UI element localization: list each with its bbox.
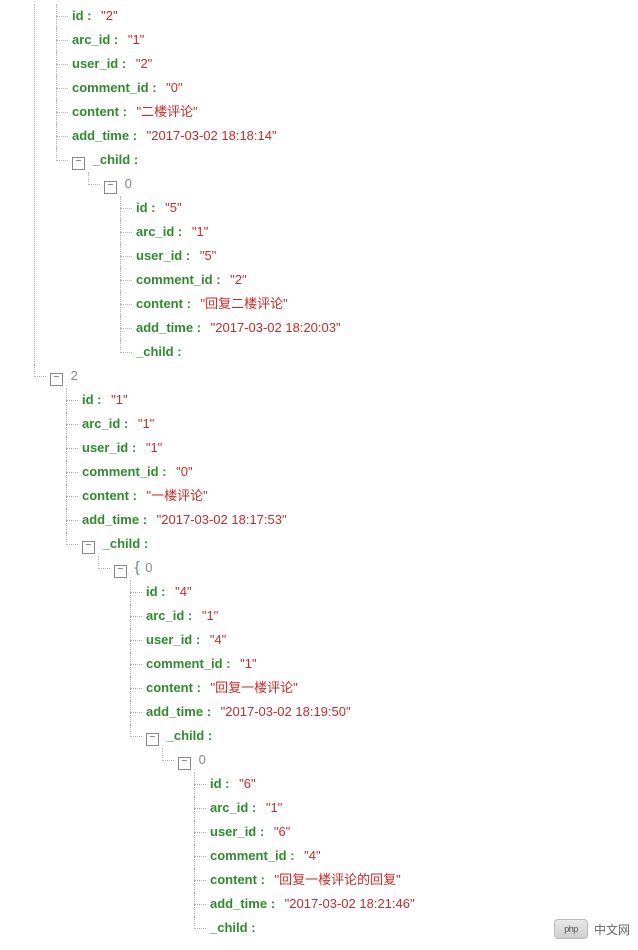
- value-comment_id: "0": [166, 80, 182, 95]
- collapse-icon[interactable]: −: [114, 565, 127, 578]
- value-content: "一楼评论": [147, 488, 208, 503]
- field-user_id: user_id : "4": [146, 628, 638, 652]
- field-content: content : "一楼评论": [82, 484, 638, 508]
- value-content: "回复一楼评论的回复": [275, 872, 401, 887]
- child-branch: − _child :: [72, 148, 638, 172]
- json-tree: id : "2" arc_id : "1" user_id : "2" comm…: [0, 0, 638, 950]
- field-comment_id: comment_id : "4": [210, 844, 638, 868]
- field-content: content : "回复一楼评论的回复": [210, 868, 638, 892]
- field-add_time: add_time : "2017-03-02 18:18:14": [72, 124, 638, 148]
- value-arc_id: "1": [128, 32, 144, 47]
- value-comment_id: "0": [176, 464, 192, 479]
- brace-open-icon: {: [135, 559, 140, 576]
- collapse-icon[interactable]: −: [50, 373, 63, 386]
- field-comment_id: comment_id : "2": [136, 268, 638, 292]
- field-arc_id: arc_id : "1": [146, 604, 638, 628]
- field-add_time: add_time : "2017-03-02 18:17:53": [82, 508, 638, 532]
- field-comment_id: comment_id : "1": [146, 652, 638, 676]
- value-content: "二楼评论": [137, 104, 198, 119]
- value-user_id: "1": [146, 440, 162, 455]
- field-id: id : "6": [210, 772, 638, 796]
- value-arc_id: "1": [266, 800, 282, 815]
- value-arc_id: "1": [138, 416, 154, 431]
- field-content: content : "回复一楼评论": [146, 676, 638, 700]
- value-add_time: "2017-03-02 18:19:50": [221, 704, 351, 719]
- value-user_id: "4": [210, 632, 226, 647]
- watermark-text: 中文网: [594, 921, 630, 938]
- field-id: id : "1": [82, 388, 638, 412]
- array-index: − 0: [104, 172, 638, 196]
- value-content: "回复二楼评论": [201, 296, 288, 311]
- field-id: id : "4": [146, 580, 638, 604]
- value-id: "4": [175, 584, 191, 599]
- child-branch: − _child :: [82, 532, 638, 556]
- value-arc_id: "1": [192, 224, 208, 239]
- value-user_id: "5": [200, 248, 216, 263]
- field-user_id: user_id : "1": [82, 436, 638, 460]
- field-comment_id: comment_id : "0": [72, 76, 638, 100]
- value-add_time: "2017-03-02 18:21:46": [285, 896, 415, 911]
- collapse-icon[interactable]: −: [72, 157, 85, 170]
- value-id: "1": [111, 392, 127, 407]
- value-comment_id: "2": [230, 272, 246, 287]
- value-comment_id: "1": [240, 656, 256, 671]
- field-content: content : "二楼评论": [72, 100, 638, 124]
- child-branch: − _child :: [146, 724, 638, 748]
- array-index: − { 0: [114, 556, 638, 580]
- array-index: − 0: [178, 748, 638, 772]
- collapse-icon[interactable]: −: [82, 541, 95, 554]
- value-add_time: "2017-03-02 18:18:14": [147, 128, 277, 143]
- field-user_id: user_id : "5": [136, 244, 638, 268]
- field-user_id: user_id : "2": [72, 52, 638, 76]
- field-comment_id: comment_id : "0": [82, 460, 638, 484]
- field-add_time: add_time : "2017-03-02 18:21:46": [210, 892, 638, 916]
- field-user_id: user_id : "6": [210, 820, 638, 844]
- value-arc_id: "1": [202, 608, 218, 623]
- value-user_id: "2": [136, 56, 152, 71]
- collapse-icon[interactable]: −: [104, 181, 117, 194]
- value-id: "2": [101, 8, 117, 23]
- value-content: "回复一楼评论": [211, 680, 298, 695]
- collapse-icon[interactable]: −: [146, 733, 159, 746]
- value-id: "6": [239, 776, 255, 791]
- php-logo-icon: php: [554, 919, 588, 939]
- field-content: content : "回复二楼评论": [136, 292, 638, 316]
- child-empty: _child :: [136, 340, 638, 364]
- value-id: "5": [165, 200, 181, 215]
- field-arc_id: arc_id : "1": [136, 220, 638, 244]
- field-arc_id: arc_id : "1": [72, 28, 638, 52]
- value-add_time: "2017-03-02 18:20:03": [211, 320, 341, 335]
- value-user_id: "6": [274, 824, 290, 839]
- collapse-icon[interactable]: −: [178, 757, 191, 770]
- field-add_time: add_time : "2017-03-02 18:20:03": [136, 316, 638, 340]
- field-id: id : "5": [136, 196, 638, 220]
- array-index: − 2: [50, 364, 638, 388]
- field-arc_id: arc_id : "1": [210, 796, 638, 820]
- value-add_time: "2017-03-02 18:17:53": [157, 512, 287, 527]
- field-arc_id: arc_id : "1": [82, 412, 638, 436]
- field-id: id : "2": [72, 4, 638, 28]
- field-add_time: add_time : "2017-03-02 18:19:50": [146, 700, 638, 724]
- watermark: php 中文网: [554, 919, 630, 939]
- value-comment_id: "4": [304, 848, 320, 863]
